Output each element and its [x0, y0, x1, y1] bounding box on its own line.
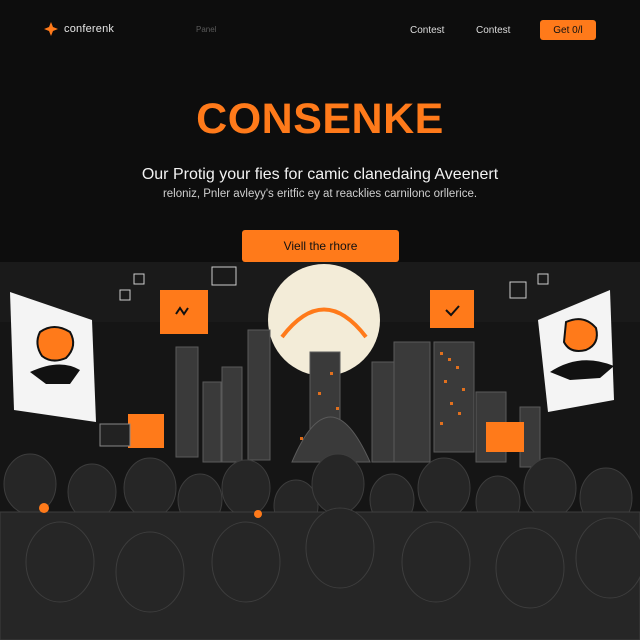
nav-link-panel[interactable]: Panel — [196, 25, 216, 34]
nav-link-contest-1[interactable]: Contest — [410, 25, 444, 36]
hero-illustration — [0, 262, 640, 640]
brand-name: conferenk — [64, 23, 115, 35]
nav-cta-button[interactable]: Get 0/l — [540, 20, 596, 40]
hero-subtitle: Our Protig your fies for camic clanedain… — [141, 166, 499, 183]
orange-star-icon — [44, 22, 58, 36]
crowd-silhouette-icon — [0, 453, 640, 640]
hero-cta-button[interactable]: Viell the rhore — [242, 230, 399, 262]
hero-description: reloniz, Pnler avleyy's eritfic ey at re… — [162, 188, 478, 200]
nav-link-contest-2[interactable]: Contest — [476, 25, 510, 36]
top-nav: conferenk Panel Contest Contest Get 0/l — [0, 0, 640, 60]
brand[interactable]: conferenk — [44, 22, 114, 36]
hero-title: CONSENKE — [196, 95, 444, 143]
